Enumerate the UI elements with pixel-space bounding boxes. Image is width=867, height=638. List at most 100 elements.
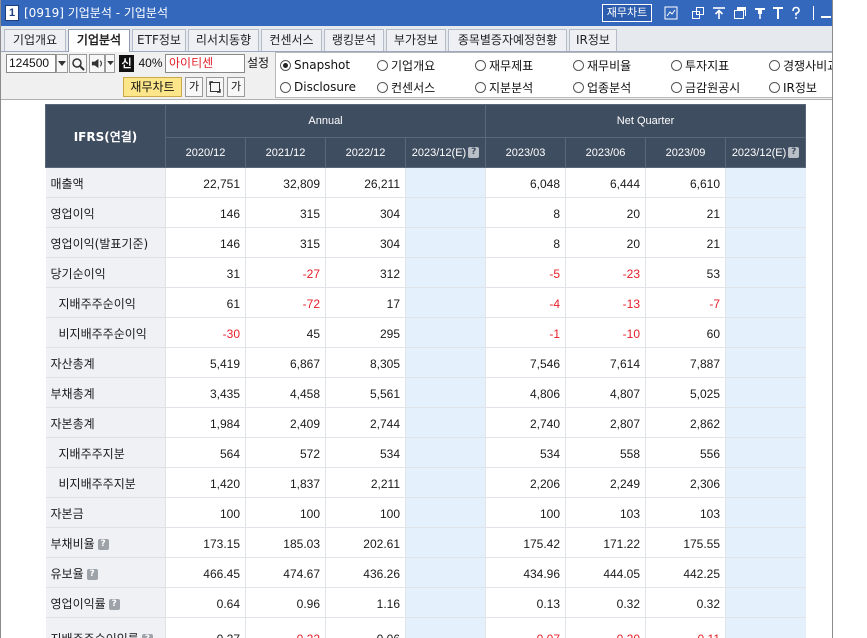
speaker-button[interactable] bbox=[89, 54, 105, 73]
help-icon[interactable] bbox=[789, 6, 803, 20]
table-row[interactable]: 부채총계 3,435 4,458 5,561 4,806 4,807 5,025 bbox=[45, 377, 806, 408]
help-icon[interactable]: ? bbox=[86, 569, 98, 580]
view-option[interactable]: Disclosure bbox=[280, 78, 356, 96]
table-row[interactable]: 자산총계 5,419 6,867 8,305 7,546 7,614 7,887 bbox=[45, 347, 806, 378]
view-option[interactable]: 재무비율 bbox=[573, 56, 631, 74]
radio-icon[interactable] bbox=[377, 81, 388, 93]
radio-icon[interactable] bbox=[671, 81, 682, 93]
radio-icon[interactable] bbox=[475, 81, 486, 93]
window-title: [0919] 기업분석 - 기업분석 bbox=[24, 6, 168, 20]
radio-icon[interactable] bbox=[280, 81, 291, 93]
font-style-button[interactable]: 가 bbox=[227, 77, 245, 97]
link-windows-icon[interactable] bbox=[691, 6, 705, 20]
stock-code-input[interactable]: 124500 bbox=[6, 54, 56, 73]
snapshot-panel[interactable]: IFRS(연결) Annual Net Quarter 2020/12 2021… bbox=[1, 100, 832, 638]
table-row[interactable]: 자본금 100 100 100 100 103 103 bbox=[45, 497, 806, 528]
help-icon[interactable]: ? bbox=[108, 599, 120, 610]
font-size-toggle-button[interactable]: 가 bbox=[185, 77, 203, 97]
help-icon[interactable]: ? bbox=[97, 539, 109, 550]
title-bar[interactable]: 1 [0919] 기업분석 - 기업분석 재무차트 bbox=[1, 0, 832, 26]
table-cell bbox=[404, 407, 486, 438]
table-row[interactable]: 자본총계 1,984 2,409 2,744 2,740 2,807 2,862 bbox=[45, 407, 806, 438]
view-option[interactable]: 재무제표 bbox=[475, 56, 533, 74]
minimize-icon[interactable] bbox=[820, 6, 832, 20]
speaker-dropdown-button[interactable] bbox=[105, 54, 115, 73]
tab-company-overview[interactable]: 기업개요 bbox=[4, 29, 66, 51]
table-cell: 61 bbox=[165, 287, 246, 318]
column-header-label: 2023/12(E) bbox=[411, 146, 467, 159]
stock-name-field[interactable]: 아이티센 bbox=[165, 54, 245, 73]
help-icon[interactable]: ? bbox=[141, 634, 153, 638]
table-cell: 100 bbox=[245, 497, 326, 528]
radio-icon[interactable] bbox=[475, 59, 486, 71]
table-cell-clip bbox=[726, 622, 801, 638]
table-row[interactable]: 지배주주지분 564 572 534 534 558 556 bbox=[45, 437, 806, 468]
financial-chart-toolbar-button[interactable]: 재무차트 bbox=[123, 77, 182, 97]
tab-capital-increase-schedule[interactable]: 종목별증자예정현황 bbox=[448, 29, 567, 51]
tab-research-trends[interactable]: 리서치동향 bbox=[188, 29, 259, 51]
table-cell: 315 bbox=[245, 227, 326, 258]
view-option[interactable]: 투자지표 bbox=[671, 56, 729, 74]
expand-button[interactable] bbox=[206, 77, 224, 97]
move-top-icon[interactable] bbox=[712, 6, 726, 20]
column-header[interactable]: 2023/06 bbox=[565, 137, 647, 168]
tab-ir-info[interactable]: IR정보 bbox=[569, 29, 617, 51]
column-header[interactable]: 2022/12 bbox=[325, 137, 406, 168]
table-cell: 2,306 bbox=[645, 467, 726, 498]
view-option[interactable]: Snapshot bbox=[280, 56, 350, 74]
column-header[interactable]: 2023/09 bbox=[645, 137, 727, 168]
table-row[interactable]: 부채비율? 173.15 185.03 202.61 175.42 171.22 175.5… bbox=[45, 527, 806, 558]
view-option[interactable]: IR정보 bbox=[769, 78, 817, 96]
search-button[interactable] bbox=[69, 54, 87, 73]
view-option[interactable]: 기업개요 bbox=[377, 56, 435, 74]
radio-icon[interactable] bbox=[573, 81, 584, 93]
column-header[interactable]: 2023/03 bbox=[485, 137, 567, 168]
table-row[interactable]: 비지배주주순이익 -30 45 295 -1 -10 60 bbox=[45, 317, 806, 348]
view-option[interactable]: 컨센서스 bbox=[377, 78, 435, 96]
font-icon[interactable] bbox=[771, 6, 785, 20]
view-option-label: IR정보 bbox=[783, 80, 817, 95]
window-number-badge[interactable]: 1 bbox=[5, 5, 19, 21]
table-row[interactable]: 비지배주주지분 1,420 1,837 2,211 2,206 2,249 2,306 bbox=[45, 467, 806, 498]
table-row[interactable]: 영업이익(발표기준) 146 315 304 8 20 21 bbox=[45, 227, 806, 258]
table-cell bbox=[404, 557, 486, 588]
chart-icon[interactable] bbox=[664, 6, 678, 20]
column-header[interactable]: 2023/12(E)? bbox=[404, 137, 487, 168]
view-option[interactable]: 금감원공시 bbox=[671, 78, 740, 96]
column-header[interactable]: 2023/12(E)? bbox=[725, 137, 807, 168]
pin-icon[interactable] bbox=[753, 6, 767, 20]
table-cell: 0.13 bbox=[485, 587, 566, 618]
view-option[interactable]: 지분분석 bbox=[475, 78, 533, 96]
column-header[interactable]: 2021/12 bbox=[245, 137, 326, 168]
tab-company-analysis[interactable]: 기업분석 bbox=[68, 29, 130, 52]
financial-chart-button[interactable]: 재무차트 bbox=[602, 4, 652, 22]
tab-etf-info[interactable]: ETF정보 bbox=[132, 29, 186, 51]
chevron-down-icon bbox=[58, 60, 66, 66]
radio-icon[interactable] bbox=[769, 59, 780, 71]
code-dropdown-button[interactable] bbox=[56, 54, 68, 73]
table-row[interactable]: 유보율? 466.45 474.67 436.26 434.96 444.05 442.25 bbox=[45, 557, 806, 588]
help-icon[interactable]: ? bbox=[468, 147, 480, 159]
help-icon[interactable]: ? bbox=[788, 147, 800, 159]
table-row[interactable]: 매출액 22,751 32,809 26,211 6,048 6,444 6,610 bbox=[45, 167, 806, 198]
tab-ranking-analysis[interactable]: 랭킹분석 bbox=[324, 29, 384, 51]
table-row[interactable]: 영업이익 146 315 304 8 20 21 bbox=[45, 197, 806, 228]
radio-icon[interactable] bbox=[377, 59, 388, 71]
radio-icon[interactable] bbox=[573, 59, 584, 71]
column-header[interactable]: 2020/12 bbox=[165, 137, 246, 168]
radio-icon[interactable] bbox=[769, 81, 780, 93]
settings-button[interactable]: 설정 bbox=[247, 54, 269, 73]
tab-additional-info[interactable]: 부가정보 bbox=[386, 29, 446, 51]
table-row[interactable]: 영업이익률? 0.64 0.96 1.16 0.13 0.32 0.32 bbox=[45, 587, 806, 618]
row-label-text: 부채비율 bbox=[50, 537, 95, 551]
new-window-icon[interactable] bbox=[733, 6, 747, 20]
new-listing-badge: 신 bbox=[119, 55, 134, 72]
view-option[interactable]: 경쟁사비교 bbox=[769, 56, 832, 74]
tab-consensus[interactable]: 컨센서스 bbox=[261, 29, 322, 51]
radio-icon[interactable] bbox=[671, 59, 682, 71]
view-option[interactable]: 업종분석 bbox=[573, 78, 631, 96]
radio-icon[interactable] bbox=[280, 59, 291, 71]
table-row[interactable]: 당기순이익 31 -27 312 -5 -23 53 bbox=[45, 257, 806, 288]
table-row[interactable]: 지배주주순이익률?0.27-0.220.06-0.07-0.20-0.11 bbox=[45, 617, 806, 638]
table-row[interactable]: 지배주주순이익 61 -72 17 -4 -13 -7 bbox=[45, 287, 806, 318]
